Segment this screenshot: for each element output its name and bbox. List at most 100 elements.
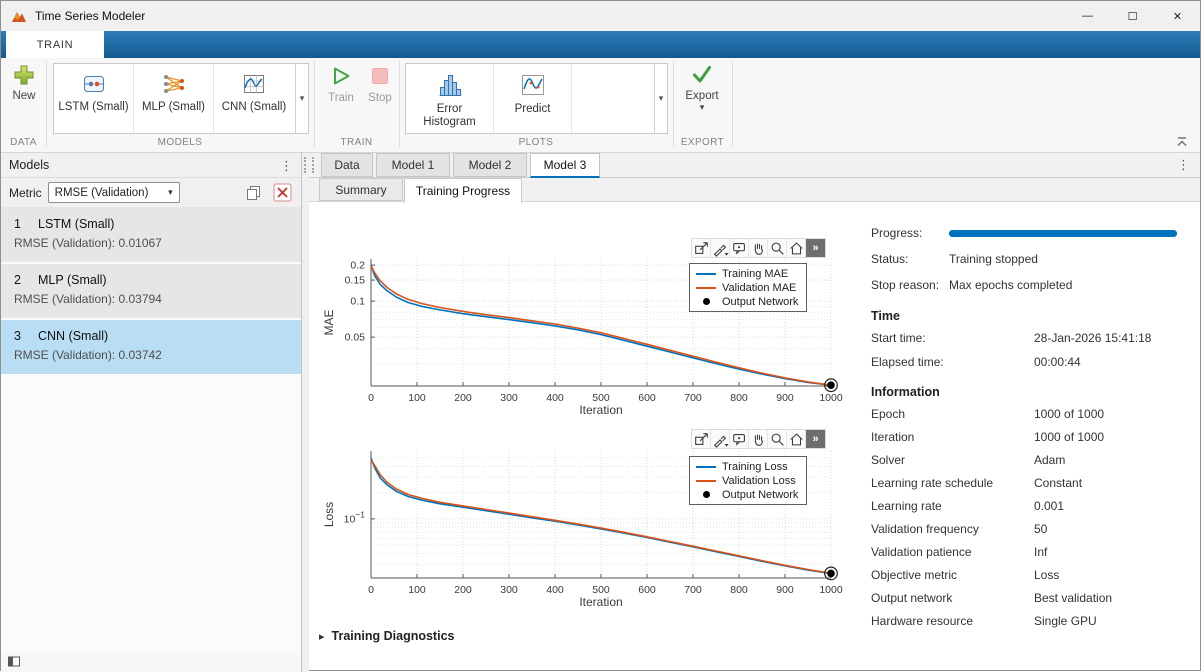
models-panel-header: Models ⋮	[1, 153, 301, 178]
duplicate-model-button[interactable]	[243, 182, 265, 204]
brush-button[interactable]	[711, 430, 730, 448]
metric-label: Metric	[9, 186, 42, 200]
panel-splitter[interactable]	[302, 153, 309, 672]
tab-data[interactable]: Data	[321, 153, 373, 177]
models-gallery: LSTM (Small) MLP (Small) CNN (Small) ▾	[53, 63, 309, 134]
model-name: 1LSTM (Small)	[14, 217, 301, 231]
datatip-button[interactable]	[730, 239, 749, 257]
datatip-button[interactable]	[730, 430, 749, 448]
models-panel-menu-icon[interactable]: ⋮	[280, 159, 293, 172]
metric-dropdown[interactable]: RMSE (Validation) ▾	[48, 182, 180, 203]
training-diagnostics-label: Training Diagnostics	[332, 629, 455, 643]
status-row: Status:Training stopped	[871, 252, 1038, 266]
info-row-validation-frequency: Validation frequency50	[871, 522, 1047, 536]
svg-text:0.15: 0.15	[345, 275, 366, 287]
restore-view-button[interactable]	[787, 239, 806, 257]
splitter-grip[interactable]	[304, 157, 306, 173]
home-icon	[788, 431, 805, 448]
info-row-lr-schedule: Learning rate scheduleConstant	[871, 476, 1082, 490]
svg-text:100: 100	[408, 392, 426, 404]
stop-button[interactable]: Stop	[363, 64, 397, 104]
export-button[interactable]: Export ▾	[678, 62, 726, 113]
gallery-item-error-histogram[interactable]: Error Histogram	[406, 64, 494, 133]
mae-legend: Training MAEValidation MAEOutput Network	[689, 263, 807, 312]
gallery-item-cnn-small[interactable]: CNN (Small)	[214, 64, 294, 133]
model-name: 3CNN (Small)	[14, 329, 301, 343]
models-panel: Models ⋮ Metric RMSE (Validation) ▾ 1LST…	[1, 153, 302, 672]
section-divider	[673, 61, 674, 147]
svg-text:1000: 1000	[819, 584, 843, 596]
svg-text:0.05: 0.05	[345, 332, 366, 344]
information-section-header: Information	[871, 385, 940, 399]
gallery-item-mlp-small[interactable]: MLP (Small)	[134, 64, 214, 133]
tab-model-1[interactable]: Model 1	[376, 153, 450, 177]
subtab-strip: Summary Training Progress	[309, 178, 1200, 202]
svg-text:900: 900	[776, 584, 794, 596]
collapse-ribbon-icon[interactable]	[1175, 135, 1189, 148]
collapse-panel-icon[interactable]	[7, 655, 21, 668]
svg-text:10−1: 10−1	[344, 509, 366, 525]
tab-summary[interactable]: Summary	[319, 178, 403, 201]
zoom-button[interactable]	[768, 239, 787, 257]
section-divider	[732, 61, 733, 147]
svg-text:200: 200	[454, 392, 472, 404]
svg-text:800: 800	[730, 392, 748, 404]
section-label-data: DATA	[1, 137, 46, 151]
minimize-button[interactable]: —	[1065, 1, 1110, 31]
svg-text:300: 300	[500, 392, 518, 404]
svg-text:0.1: 0.1	[350, 296, 365, 308]
export-plot-button[interactable]	[692, 239, 711, 257]
svg-text:800: 800	[730, 584, 748, 596]
svg-text:400: 400	[546, 584, 564, 596]
tab-model-2[interactable]: Model 2	[453, 153, 527, 177]
brush-button[interactable]	[711, 239, 730, 257]
more-tools-button[interactable]: »	[806, 239, 825, 257]
ribbon-tab-train[interactable]: TRAIN	[6, 31, 104, 58]
svg-text:900: 900	[776, 392, 794, 404]
svg-text:Iteration: Iteration	[579, 403, 622, 417]
svg-text:700: 700	[684, 584, 702, 596]
loss-legend: Training LossValidation LossOutput Netwo…	[689, 456, 807, 505]
document-menu-icon[interactable]: ⋮	[1177, 158, 1190, 171]
export-button-label: Export	[685, 90, 718, 102]
axes-toolbar: »	[691, 429, 826, 449]
tab-model-3-active[interactable]: Model 3	[530, 153, 600, 178]
tab-training-progress-active[interactable]: Training Progress	[404, 178, 522, 203]
gallery-item-predict[interactable]: Predict	[494, 64, 572, 133]
tabstrip-grip[interactable]	[312, 157, 314, 173]
gallery-item-lstm-small[interactable]: LSTM (Small)	[54, 64, 134, 133]
info-row-epoch: Epoch1000 of 1000	[871, 407, 1104, 421]
model-list-item-1[interactable]: 1LSTM (Small) RMSE (Validation): 0.01067	[1, 208, 301, 262]
pan-button[interactable]	[749, 239, 768, 257]
status-label: Status:	[871, 252, 949, 266]
zoom-button[interactable]	[768, 430, 787, 448]
close-button[interactable]: ✕	[1155, 1, 1200, 31]
matlab-logo-icon	[11, 9, 27, 24]
svg-text:400: 400	[546, 392, 564, 404]
pan-button[interactable]	[749, 430, 768, 448]
stop-button-label: Stop	[368, 92, 392, 104]
svg-text:MAE: MAE	[322, 309, 336, 335]
plots-gallery-dropdown[interactable]: ▾	[654, 64, 667, 133]
model-list-item-3-selected[interactable]: 3CNN (Small) RMSE (Validation): 0.03742	[1, 320, 301, 374]
pan-hand-icon	[750, 240, 767, 257]
model-list-item-2[interactable]: 2MLP (Small) RMSE (Validation): 0.03794	[1, 264, 301, 318]
models-gallery-dropdown[interactable]: ▾	[295, 64, 308, 133]
svg-text:0: 0	[368, 584, 374, 596]
caret-down-icon: ▾	[659, 93, 664, 104]
chevrons-right-icon: »	[812, 242, 818, 254]
gallery-item-label: Error Histogram	[419, 103, 481, 129]
train-button[interactable]: Train	[321, 64, 361, 104]
more-tools-button[interactable]: »	[806, 430, 825, 448]
new-button[interactable]: New	[7, 64, 41, 102]
delete-model-button[interactable]	[271, 182, 293, 204]
training-diagnostics-toggle[interactable]: ▸ Training Diagnostics	[319, 629, 454, 643]
maximize-button[interactable]: ☐	[1110, 1, 1155, 31]
export-plot-button[interactable]	[692, 430, 711, 448]
restore-view-button[interactable]	[787, 430, 806, 448]
progress-bar	[949, 230, 1177, 237]
model-list: 1LSTM (Small) RMSE (Validation): 0.01067…	[1, 208, 301, 654]
error-histogram-icon	[436, 71, 464, 99]
model-metric: RMSE (Validation): 0.03794	[14, 292, 301, 306]
delete-x-icon	[273, 183, 292, 202]
